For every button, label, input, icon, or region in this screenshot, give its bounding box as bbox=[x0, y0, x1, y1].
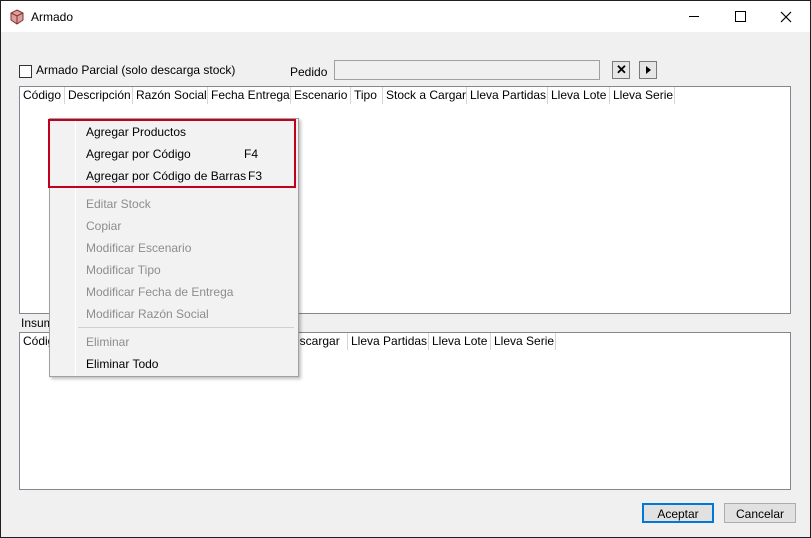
column-header[interactable]: Lleva Lote bbox=[429, 333, 491, 350]
column-header[interactable]: Stock a Cargar bbox=[383, 87, 467, 104]
close-icon bbox=[780, 11, 792, 23]
title-bar: Armado bbox=[1, 1, 810, 32]
menu-item-copiar[interactable]: Copiar bbox=[86, 219, 121, 233]
cancel-button[interactable]: Cancelar bbox=[724, 503, 796, 523]
menu-item-agregar-por-codigo-de-barras[interactable]: Agregar por Código de Barras bbox=[86, 169, 246, 183]
menu-item-modificar-tipo[interactable]: Modificar Tipo bbox=[86, 263, 161, 277]
partial-assembly-checkbox[interactable] bbox=[19, 65, 32, 78]
close-button[interactable] bbox=[763, 1, 809, 32]
column-header[interactable]: Lleva Partidas bbox=[348, 333, 429, 350]
menu-shortcut: F4 bbox=[244, 147, 259, 161]
column-header[interactable]: Lleva Serie bbox=[610, 87, 675, 104]
column-header[interactable]: Tipo bbox=[351, 87, 383, 104]
minimize-button[interactable] bbox=[671, 1, 717, 32]
column-header[interactable]: Lleva Serie bbox=[491, 333, 556, 350]
context-menu: Agregar Productos Agregar por Código F4 … bbox=[49, 118, 299, 377]
menu-shortcut: F3 bbox=[248, 169, 263, 183]
menu-item-agregar-productos[interactable]: Agregar Productos bbox=[86, 125, 186, 139]
accept-button[interactable]: Aceptar bbox=[642, 503, 714, 523]
menu-item-modificar-razon-social[interactable]: Modificar Razón Social bbox=[86, 307, 209, 321]
menu-item-modificar-fecha-entrega[interactable]: Modificar Fecha de Entrega bbox=[86, 285, 233, 299]
menu-item-editar-stock[interactable]: Editar Stock bbox=[86, 197, 151, 211]
column-header[interactable]: Lleva Partidas bbox=[467, 87, 548, 104]
column-header[interactable]: escargar bbox=[292, 333, 348, 350]
menu-separator bbox=[78, 327, 294, 328]
column-header[interactable]: Lleva Lote bbox=[548, 87, 610, 104]
menu-icon-gutter bbox=[51, 120, 76, 375]
column-header[interactable]: Razón Social bbox=[133, 87, 208, 104]
column-header[interactable]: Descripción bbox=[65, 87, 133, 104]
maximize-button[interactable] bbox=[717, 1, 763, 32]
window-title: Armado bbox=[31, 10, 74, 24]
column-header[interactable]: Fecha Entrega bbox=[208, 87, 291, 104]
menu-item-agregar-por-codigo[interactable]: Agregar por Código bbox=[86, 147, 191, 161]
app-icon bbox=[10, 9, 24, 25]
clear-pedido-button[interactable]: ✕ bbox=[612, 61, 630, 79]
column-header[interactable]: Escenario bbox=[291, 87, 351, 104]
menu-item-eliminar-todo[interactable]: Eliminar Todo bbox=[86, 357, 158, 371]
menu-item-eliminar[interactable]: Eliminar bbox=[86, 335, 129, 349]
partial-assembly-label: Armado Parcial (solo descarga stock) bbox=[36, 63, 236, 77]
menu-item-modificar-escenario[interactable]: Modificar Escenario bbox=[86, 241, 191, 255]
search-pedido-button[interactable] bbox=[639, 61, 657, 79]
column-header[interactable]: Código bbox=[20, 87, 65, 104]
x-icon: ✕ bbox=[616, 62, 627, 77]
pedido-input[interactable] bbox=[334, 60, 600, 80]
pedido-label: Pedido bbox=[290, 65, 328, 79]
